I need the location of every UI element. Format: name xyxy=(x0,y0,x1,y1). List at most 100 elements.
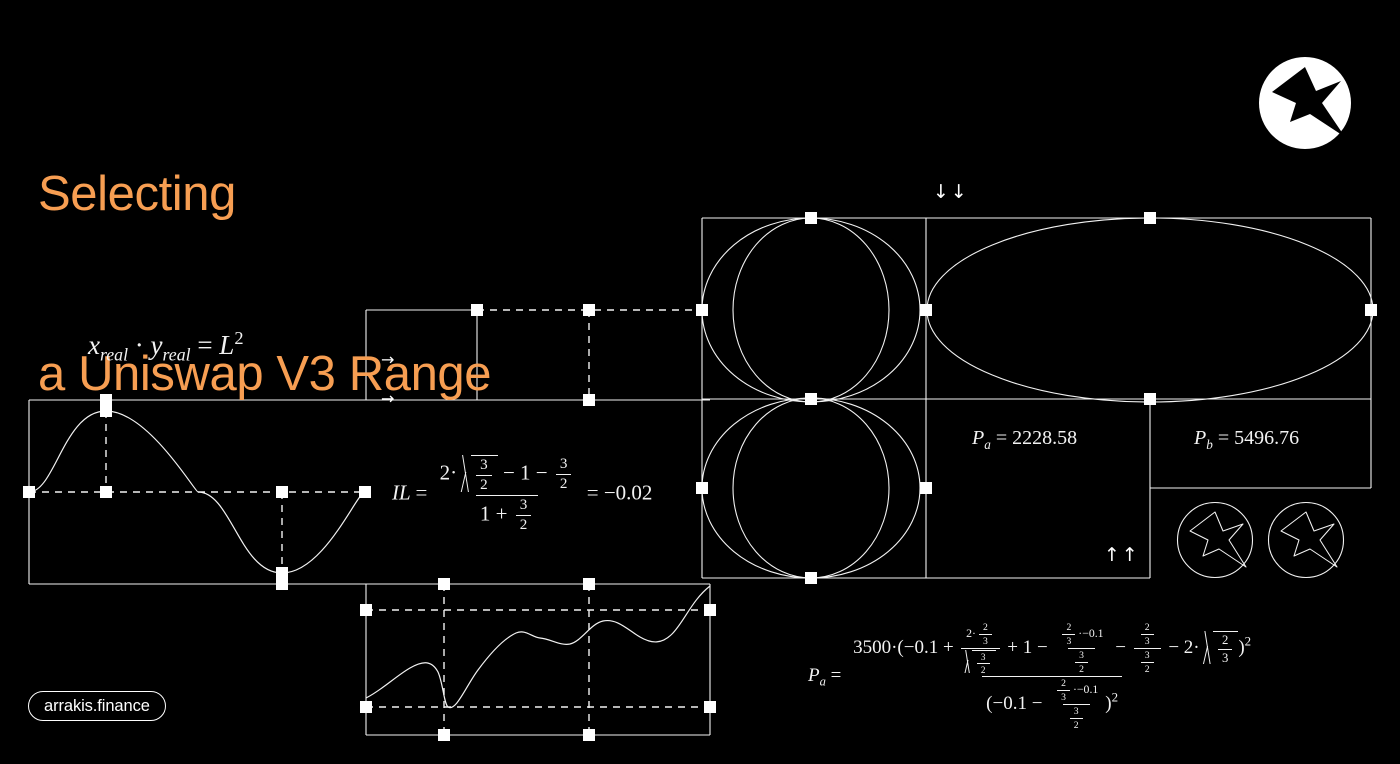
il-label: IL xyxy=(392,480,411,505)
cp-y-sub: real xyxy=(162,344,191,365)
cp-l-exp: 2 xyxy=(234,328,244,348)
handle-marker xyxy=(920,482,932,494)
constant-product-formula: xreal · yreal = L2 xyxy=(88,328,244,365)
handle-marker xyxy=(1365,304,1377,316)
handle-marker xyxy=(360,701,372,713)
upper-left-tall-ellipse xyxy=(732,217,890,403)
pad-equals: = xyxy=(830,664,842,686)
il-den-lead: 1 + xyxy=(479,501,508,526)
handle-marker xyxy=(360,604,372,616)
handle-marker xyxy=(920,304,932,316)
pb-symbol: P xyxy=(1194,427,1207,449)
pad-term-2-num: 2 3 ·−0.1 xyxy=(1055,622,1107,648)
handle-marker xyxy=(583,304,595,316)
handle-marker xyxy=(1144,393,1156,405)
il-result: −0.02 xyxy=(603,480,653,505)
cp-equals: = xyxy=(197,330,213,360)
il-equals: = xyxy=(415,480,428,505)
pad-dot-2: · xyxy=(1193,636,1200,658)
middle-upper-dashed-guides xyxy=(477,309,702,400)
pad-delta-2: −0.1 xyxy=(992,692,1027,714)
pad-term-2: 2 3 ·−0.1 32 xyxy=(1055,622,1107,675)
il-num-lead: 2 xyxy=(439,460,451,485)
price-lower-label: Pa = 2228.58 xyxy=(972,427,1077,453)
impermanent-loss-formula: IL = 2· 3 2 − 1 − 3 2 1 + 3 2 = −0.02 xyxy=(392,455,652,534)
price-panel-frame xyxy=(366,583,711,736)
handle-marker xyxy=(704,701,716,713)
page-title: Selecting a Uniswap V3 Range xyxy=(38,44,492,524)
pad-main-fraction: 3500·(−0.1 + 2· 2 3 32 + 1 − 2 3 ·−0.1 32 − xyxy=(849,622,1255,731)
right-arrows-annotation: → → xyxy=(381,327,401,431)
pad-delta-1: −0.1 xyxy=(903,636,939,658)
cp-y-var: y xyxy=(150,330,163,360)
pa-value: 2228.58 xyxy=(1012,427,1078,449)
down-arrows-annotation: ↓↓ xyxy=(933,181,969,203)
il-result-equals: = xyxy=(586,480,599,505)
cp-x-var: x xyxy=(88,330,100,360)
handle-marker xyxy=(704,604,716,616)
lower-left-wide-ellipse xyxy=(701,397,921,579)
il-num-dot: · xyxy=(450,460,458,485)
handle-marker xyxy=(696,482,708,494)
il-num-ratio-num: 3 xyxy=(559,456,568,472)
price-lower-derivation-formula: Pa = 3500·(−0.1 + 2· 2 3 32 + 1 − 2 3 ·−0.1 xyxy=(808,622,1258,731)
handle-marker xyxy=(1144,212,1156,224)
pad-numerator: 3500·(−0.1 + 2· 2 3 32 + 1 − 2 3 ·−0.1 32 − xyxy=(853,622,1252,675)
pad-term-2-den: 32 xyxy=(1068,648,1095,675)
up-arrows-annotation: ↑↑ xyxy=(1104,544,1140,566)
il-den-ratio: 3 2 xyxy=(515,497,532,534)
handle-marker xyxy=(805,212,817,224)
price-dashed-guides xyxy=(366,584,710,735)
right-arrow-top-icon: → xyxy=(381,350,395,369)
pad-term-1-num: 2· 2 3 xyxy=(962,622,999,648)
handle-marker xyxy=(805,393,817,405)
handle-marker xyxy=(583,729,595,741)
il-numerator: 2· 3 2 − 1 − 3 2 xyxy=(436,455,579,495)
poster-canvas: Selecting a Uniswap V3 Range xreal · yre… xyxy=(0,0,1400,764)
pa-equals: = xyxy=(995,427,1008,449)
il-den-ratio-num: 3 xyxy=(519,497,528,513)
cp-l-var: L xyxy=(219,330,235,360)
il-minus-one: − 1 − xyxy=(502,460,548,485)
pa-subscript: a xyxy=(984,437,991,452)
il-sqrt-ratio-den: 2 xyxy=(476,475,492,494)
handle-marker xyxy=(583,578,595,590)
pad-den-term: 2 3 ·−0.1 32 xyxy=(1050,678,1102,731)
pad-den-exponent: 2 xyxy=(1111,689,1119,705)
il-sqrt: 3 2 xyxy=(462,455,498,494)
pad-term-1-den: 32 xyxy=(961,648,1000,675)
pad-term-3-num: 23 xyxy=(1134,622,1161,648)
pad-symbol: P xyxy=(808,664,820,686)
pad-sqrt-2-3: 23 xyxy=(1204,631,1239,666)
handle-marker xyxy=(438,729,450,741)
pb-equals: = xyxy=(1217,427,1230,449)
price-curve xyxy=(365,585,711,709)
radical-icon xyxy=(1204,631,1213,666)
pad-num-exponent: 2 xyxy=(1244,633,1252,649)
radical-icon xyxy=(462,455,471,494)
handle-marker xyxy=(23,486,35,498)
handle-marker xyxy=(805,572,817,584)
pad-term-3-den: 32 xyxy=(1133,648,1161,675)
handle-marker xyxy=(438,578,450,590)
price-upper-label: Pb = 5496.76 xyxy=(1194,427,1299,453)
radical-icon xyxy=(965,650,971,675)
il-num-ratio: 3 2 xyxy=(555,456,572,493)
cp-x-sub: real xyxy=(99,344,129,365)
pa-symbol: P xyxy=(972,427,985,449)
pad-term-3: 23 32 xyxy=(1133,622,1161,675)
star-badge-right-icon xyxy=(1267,501,1345,579)
pad-term-1: 2· 2 3 32 xyxy=(961,622,1000,675)
pad-denominator: (−0.1 − 2 3 ·−0.1 32 )2 xyxy=(982,676,1123,731)
il-denominator: 1 + 3 2 xyxy=(475,495,539,534)
right-wide-ellipse xyxy=(926,217,1374,403)
handle-marker xyxy=(276,578,288,590)
page-title-line-1: Selecting xyxy=(38,167,236,221)
pad-constant: 3500 xyxy=(853,636,892,658)
il-den-ratio-den: 2 xyxy=(515,515,532,534)
pb-value: 5496.76 xyxy=(1234,427,1300,449)
brand-label: arrakis.finance xyxy=(44,696,150,715)
arrakis-star-logo-icon[interactable] xyxy=(1259,57,1351,149)
brand-badge[interactable]: arrakis.finance xyxy=(28,691,166,721)
lower-left-tall-ellipse xyxy=(732,397,890,579)
